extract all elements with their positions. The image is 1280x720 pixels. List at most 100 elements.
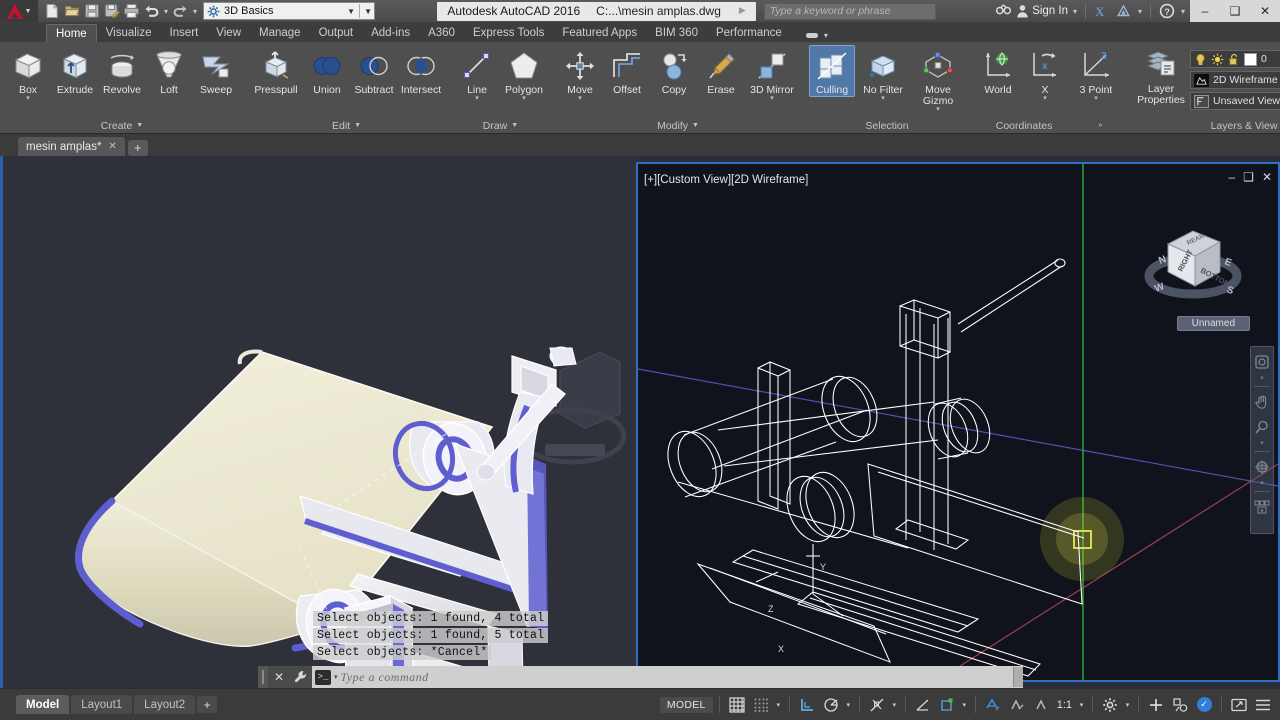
- tab-featured-apps[interactable]: Featured Apps: [553, 24, 646, 42]
- polygon-button[interactable]: Polygon ▾: [501, 45, 547, 103]
- save-as-icon[interactable]: [102, 2, 121, 21]
- new-file-tab-button[interactable]: +: [127, 140, 148, 156]
- tab-performance[interactable]: Performance: [707, 24, 791, 42]
- close-button[interactable]: ✕: [1250, 0, 1280, 22]
- tab-manage[interactable]: Manage: [250, 24, 310, 42]
- viewcube[interactable]: N E S W RIGHT BOTTOM REAR: [1138, 214, 1248, 324]
- chevron-down-icon[interactable]: ▾: [1260, 480, 1264, 487]
- help-icon[interactable]: ?: [1157, 2, 1176, 21]
- polar-dropdown-icon[interactable]: ▾: [844, 701, 853, 709]
- gear-icon[interactable]: [1099, 694, 1121, 716]
- line-button[interactable]: Line ▾: [454, 45, 500, 103]
- presspull-button[interactable]: Presspull: [249, 45, 303, 97]
- zoom-icon[interactable]: [1252, 417, 1272, 437]
- command-line[interactable]: ✕ >_ ▾ Type a command: [258, 666, 1023, 688]
- layer-properties-button[interactable]: Layer Properties: [1133, 45, 1189, 106]
- a360-dropdown-icon[interactable]: ▾: [1136, 7, 1144, 16]
- minimize-button[interactable]: –: [1190, 0, 1220, 22]
- undo-icon[interactable]: [142, 2, 161, 21]
- chevron-down-icon[interactable]: ▼: [511, 122, 518, 129]
- redo-dropdown-icon[interactable]: ▾: [191, 7, 199, 16]
- close-icon[interactable]: ✕: [108, 141, 116, 152]
- chevron-down-icon[interactable]: ▾: [770, 95, 774, 102]
- panel-title-selection[interactable]: Selection: [804, 118, 970, 133]
- new-layout-button[interactable]: +: [197, 696, 218, 713]
- exchange-apps-icon[interactable]: X: [1092, 2, 1111, 21]
- save-icon[interactable]: [82, 2, 101, 21]
- redo-icon[interactable]: [171, 2, 190, 21]
- chevron-down-icon[interactable]: ▼: [347, 7, 355, 16]
- panel-title-coordinates[interactable]: Coordinates »: [970, 118, 1128, 133]
- customization-icon[interactable]: [1252, 694, 1274, 716]
- chevron-down-icon[interactable]: ▼: [692, 122, 699, 129]
- ribbon-minimize-control[interactable]: ▾: [805, 30, 830, 42]
- grid-display-icon[interactable]: [726, 694, 748, 716]
- move-button[interactable]: Move ▾: [557, 45, 603, 103]
- plot-icon[interactable]: [122, 2, 141, 21]
- chevron-down-icon[interactable]: ▾: [475, 95, 479, 102]
- ucs-x-button[interactable]: x X ▾: [1022, 45, 1068, 103]
- command-line-scroll-handle[interactable]: [1013, 667, 1023, 687]
- chevron-down-icon[interactable]: ▾: [334, 673, 338, 681]
- layout-tab-model[interactable]: Model: [16, 695, 70, 714]
- wrench-icon[interactable]: [290, 666, 312, 688]
- help-dropdown-icon[interactable]: ▾: [1179, 7, 1187, 16]
- panel-title-draw[interactable]: Draw ▼: [449, 118, 552, 133]
- named-view-indicator[interactable]: Unnamed: [1176, 316, 1250, 331]
- move-gizmo-button[interactable]: Move Gizmo ▾: [911, 45, 965, 114]
- hardware-acceleration-icon[interactable]: ✓: [1193, 694, 1215, 716]
- layer-combo[interactable]: 0 ▼: [1190, 50, 1280, 68]
- sign-in-button[interactable]: Sign In: [1016, 4, 1068, 18]
- drawing-area[interactable]: [+][Custom View][2D Wireframe] – ❑ ✕ Y Z…: [0, 156, 1280, 688]
- chevron-down-icon[interactable]: ▼: [136, 122, 143, 129]
- undo-dropdown-icon[interactable]: ▾: [162, 7, 170, 16]
- intersect-button[interactable]: Intersect: [398, 45, 444, 97]
- pan-icon[interactable]: [1252, 392, 1272, 412]
- union-button[interactable]: Union: [304, 45, 350, 97]
- isolate-icon[interactable]: [1169, 694, 1191, 716]
- command-input[interactable]: >_ ▾ Type a command: [312, 666, 1023, 688]
- extrude-button[interactable]: Extrude: [52, 45, 98, 97]
- steering-wheel-icon[interactable]: [1252, 352, 1272, 372]
- model-space-toggle[interactable]: MODEL: [659, 696, 713, 713]
- chevron-down-icon[interactable]: ▾: [822, 31, 830, 40]
- tab-add-ins[interactable]: Add-ins: [362, 24, 419, 42]
- clean-screen-icon[interactable]: [1228, 694, 1250, 716]
- snap-dropdown-icon[interactable]: ▾: [774, 701, 783, 709]
- search-input[interactable]: Type a keyword or phrase: [763, 2, 936, 20]
- restore-button[interactable]: ❑: [1220, 0, 1250, 22]
- object-snap-tracking-icon[interactable]: [912, 694, 934, 716]
- color-swatch[interactable]: [1244, 52, 1257, 66]
- tab-output[interactable]: Output: [310, 24, 363, 42]
- chevron-down-icon[interactable]: ▾: [1260, 375, 1264, 382]
- scale-dropdown-icon[interactable]: ▾: [1077, 701, 1086, 709]
- annotation-scale-value[interactable]: 1:1: [1054, 699, 1075, 711]
- sign-in-dropdown-icon[interactable]: ▾: [1071, 7, 1079, 16]
- osnap-dropdown-icon[interactable]: ▾: [890, 701, 899, 709]
- search-icon[interactable]: [994, 2, 1013, 21]
- copy-button[interactable]: Copy: [651, 45, 697, 97]
- box-button[interactable]: Box ▾: [5, 45, 51, 103]
- layout-tab-layout2[interactable]: Layout2: [134, 695, 196, 714]
- panel-title-edit[interactable]: Edit ▼: [244, 118, 449, 133]
- panel-title-layers-view[interactable]: Layers & View ▼: [1128, 118, 1280, 133]
- tab-a360[interactable]: A360: [419, 24, 464, 42]
- ucs-world-button[interactable]: World: [975, 45, 1021, 97]
- file-tab-mesin-amplas[interactable]: mesin amplas* ✕: [18, 137, 125, 156]
- showmotion-icon[interactable]: [1252, 497, 1272, 517]
- floating-viewport[interactable]: [+][Custom View][2D Wireframe] – ❑ ✕ Y Z…: [636, 162, 1280, 682]
- ucs-icon[interactable]: [936, 694, 958, 716]
- open-icon[interactable]: [62, 2, 81, 21]
- object-snap-icon[interactable]: [866, 694, 888, 716]
- tab-bim-360[interactable]: BIM 360: [646, 24, 707, 42]
- workspace-menu-icon[interactable]: ▼: [364, 7, 372, 16]
- loft-button[interactable]: Loft: [146, 45, 192, 97]
- annotation-scale-icon[interactable]: [1030, 694, 1052, 716]
- tab-home[interactable]: Home: [46, 24, 97, 42]
- tab-express-tools[interactable]: Express Tools: [464, 24, 553, 42]
- panel-title-modify[interactable]: Modify ▼: [552, 118, 804, 133]
- autoscale-icon[interactable]: [1006, 694, 1028, 716]
- application-menu-button[interactable]: ▼: [0, 0, 38, 22]
- snap-mode-icon[interactable]: [750, 694, 772, 716]
- command-line-grip[interactable]: [258, 666, 268, 688]
